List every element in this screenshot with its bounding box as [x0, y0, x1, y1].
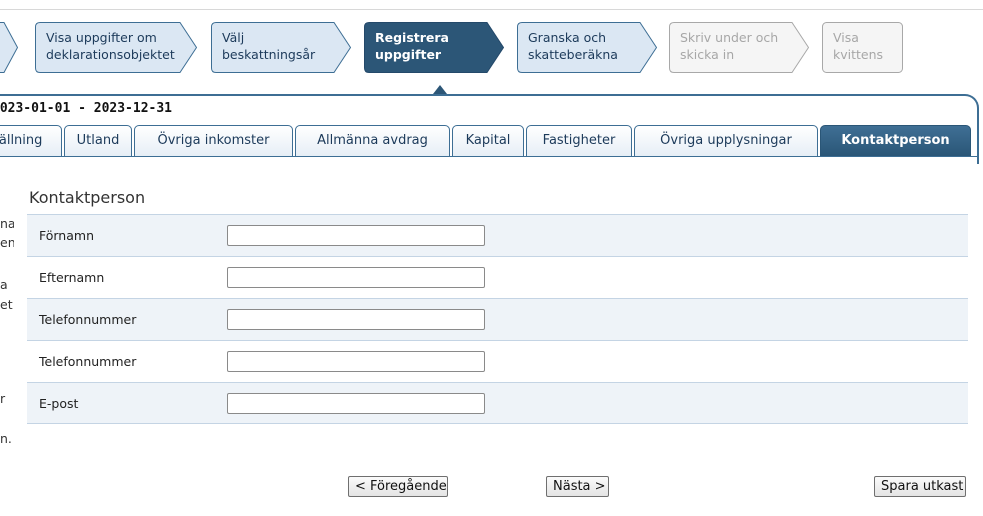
telefonnummer-input-1[interactable] [227, 309, 485, 330]
form-row-fornamn: Förnamn [27, 214, 968, 256]
progress-steps: Visa uppgifter om deklarationsobjektet V… [0, 22, 983, 74]
form-row-efternamn: Efternamn [27, 256, 968, 298]
left-text-fragment: na [0, 216, 14, 231]
contact-form: Förnamn Efternamn Telefonnummer Telefonn… [27, 214, 968, 424]
step-label: Visa kvittens [833, 30, 884, 62]
field-label: Förnamn [39, 228, 94, 243]
telefonnummer-input-2[interactable] [227, 351, 485, 372]
tab-ovriga-upplysningar[interactable]: Övriga upplysningar [634, 125, 818, 156]
form-row-epost: E-post [27, 382, 968, 424]
tax-period: 2023-01-01 - 2023-12-31 [0, 101, 173, 116]
top-divider [0, 0, 983, 10]
left-text-fragment: en [0, 235, 14, 250]
save-draft-button[interactable]: Spara utkast [874, 476, 966, 497]
tab-allmanna-avdrag[interactable]: Allmänna avdrag [295, 125, 450, 156]
current-step-pointer [433, 85, 447, 94]
tab-fastigheter[interactable]: Fastigheter [526, 125, 632, 156]
step-visa-uppgifter[interactable]: Visa uppgifter om deklarationsobjektet [35, 22, 198, 73]
step-registrera-uppgifter[interactable]: Registrera uppgifter [364, 22, 505, 73]
left-text-fragment: n. [0, 431, 12, 446]
field-label: Efternamn [39, 270, 105, 285]
epost-input[interactable] [227, 393, 485, 414]
tab-ovriga-inkomster[interactable]: Övriga inkomster [134, 125, 293, 156]
step-label: Granska och skatteberäkna [528, 30, 618, 62]
section-title: Kontaktperson [29, 188, 146, 207]
tab-kontaktperson[interactable]: Kontaktperson [820, 125, 971, 156]
left-text-fragment: et [0, 297, 13, 312]
field-label: Telefonnummer [39, 312, 137, 327]
step-previous-cut[interactable] [0, 22, 19, 73]
step-visa-kvittens: Visa kvittens [822, 22, 903, 73]
step-label: Registrera uppgifter [375, 30, 449, 62]
tab-utland[interactable]: Utland [64, 125, 132, 156]
step-arrow-shape [0, 22, 19, 73]
field-label: Telefonnummer [39, 354, 137, 369]
next-button[interactable]: Nästa > [546, 476, 609, 497]
form-row-telefonnummer-2: Telefonnummer [27, 340, 968, 382]
form-row-telefonnummer-1: Telefonnummer [27, 298, 968, 340]
fornamn-input[interactable] [227, 225, 485, 246]
step-valj-beskattningsar[interactable]: Välj beskattningsår [211, 22, 352, 73]
tab-kapital[interactable]: Kapital [452, 125, 524, 156]
efternamn-input[interactable] [227, 267, 485, 288]
left-text-fragment: r [0, 391, 6, 406]
step-label: Skriv under och skicka in [680, 30, 779, 62]
tab-stallning[interactable]: ställning [0, 125, 62, 156]
tab-bar: ställning Utland Övriga inkomster Allmän… [0, 125, 983, 157]
tab-underline [0, 156, 979, 157]
left-text-fragment: a [0, 277, 8, 292]
step-granska[interactable]: Granska och skatteberäkna [517, 22, 658, 73]
step-label: Välj beskattningsår [222, 30, 316, 62]
step-skriv-under: Skriv under och skicka in [669, 22, 810, 73]
step-label: Visa uppgifter om deklarationsobjektet [46, 30, 175, 62]
field-label: E-post [39, 396, 79, 411]
previous-button[interactable]: < Föregående [348, 476, 448, 497]
